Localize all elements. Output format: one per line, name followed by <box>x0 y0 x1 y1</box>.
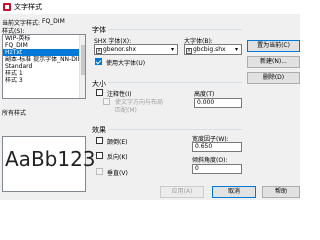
font-group-label: 字体 <box>92 25 108 35</box>
effects-group-line <box>92 129 242 130</box>
style-list-item-selected[interactable]: HzTxt <box>3 49 85 56</box>
set-current-button[interactable]: 置为当前(C) <box>247 40 300 52</box>
upside-down-checkbox[interactable] <box>96 137 103 144</box>
style-list-item[interactable]: WIP-英标 <box>3 35 85 42</box>
new-button[interactable]: 新建(N)... <box>247 56 300 68</box>
height-input[interactable]: 0.000 <box>194 98 242 108</box>
scrollbar-thumb[interactable] <box>81 45 85 75</box>
size-group-line <box>92 82 242 83</box>
oblique-angle-label: 倾斜角度(O): <box>192 157 228 164</box>
shx-font-value: gbenor.shx <box>103 46 137 53</box>
apply-button[interactable]: 应用(A) <box>160 186 204 198</box>
style-list-item[interactable]: FQ_DIM <box>3 42 85 49</box>
effects-group-label: 效果 <box>92 125 108 135</box>
chevron-down-icon: ▾ <box>168 45 177 54</box>
width-factor-input[interactable]: 0.650 <box>192 142 242 152</box>
delete-button[interactable]: 删除(D) <box>247 72 300 84</box>
styles-list[interactable]: WIP-英标 FQ_DIM HzTxt 副本-标准 提示字体_NN-DIM St… <box>2 34 86 99</box>
big-font-select[interactable]: Agbcbig.shx ▾ <box>184 44 242 55</box>
cancel-button[interactable]: 取消 <box>212 186 256 198</box>
use-big-font-label: 使用大字体(U) <box>106 60 146 67</box>
preview-text: AaBb123 <box>5 147 96 171</box>
style-filter[interactable]: 所有样式 <box>2 108 26 117</box>
use-big-font-checkbox[interactable] <box>95 58 102 65</box>
vertical-label: 垂直(V) <box>107 170 128 177</box>
height-label: 高度(T) <box>194 91 215 98</box>
chevron-down-icon: ▾ <box>232 45 241 54</box>
annotative-checkbox[interactable] <box>96 89 103 96</box>
big-font-value: gbcbig.shx <box>193 46 226 53</box>
text-style-dialog: 文字样式 当前文字样式: FQ_DIM 样式(S): WIP-英标 FQ_DIM… <box>0 0 300 200</box>
font-group-line <box>92 29 242 30</box>
backwards-checkbox[interactable] <box>96 152 103 159</box>
upside-down-label: 颠倒(E) <box>107 139 128 146</box>
help-button[interactable]: 帮助 <box>262 186 300 198</box>
style-list-item[interactable]: 副本-标准 提示字体_NN-DIM <box>3 56 85 63</box>
title-bar: 文字样式 <box>0 0 300 14</box>
preview-box: AaBb123 <box>2 136 96 192</box>
app-icon <box>3 3 11 11</box>
style-list-item[interactable]: 样式 1 <box>3 70 85 77</box>
size-group-label: 大小 <box>92 79 108 89</box>
font-file-icon: A <box>96 48 102 54</box>
backwards-label: 反向(K) <box>107 154 128 161</box>
shx-font-select[interactable]: Agbenor.shx ▾ <box>94 44 178 55</box>
vertical-checkbox[interactable] <box>96 168 103 175</box>
style-list-item[interactable]: 样式 3 <box>3 77 85 84</box>
oblique-angle-input[interactable]: 0 <box>192 164 242 174</box>
list-scrollbar[interactable] <box>79 35 85 98</box>
style-list-item[interactable]: Standard <box>3 63 85 70</box>
font-file-icon: A <box>186 48 192 54</box>
current-style-value: FQ_DIM <box>42 18 65 25</box>
window-title: 文字样式 <box>14 3 42 11</box>
match-orientation-label-2: 匹配(M) <box>115 107 137 114</box>
match-orientation-checkbox[interactable] <box>103 98 110 105</box>
